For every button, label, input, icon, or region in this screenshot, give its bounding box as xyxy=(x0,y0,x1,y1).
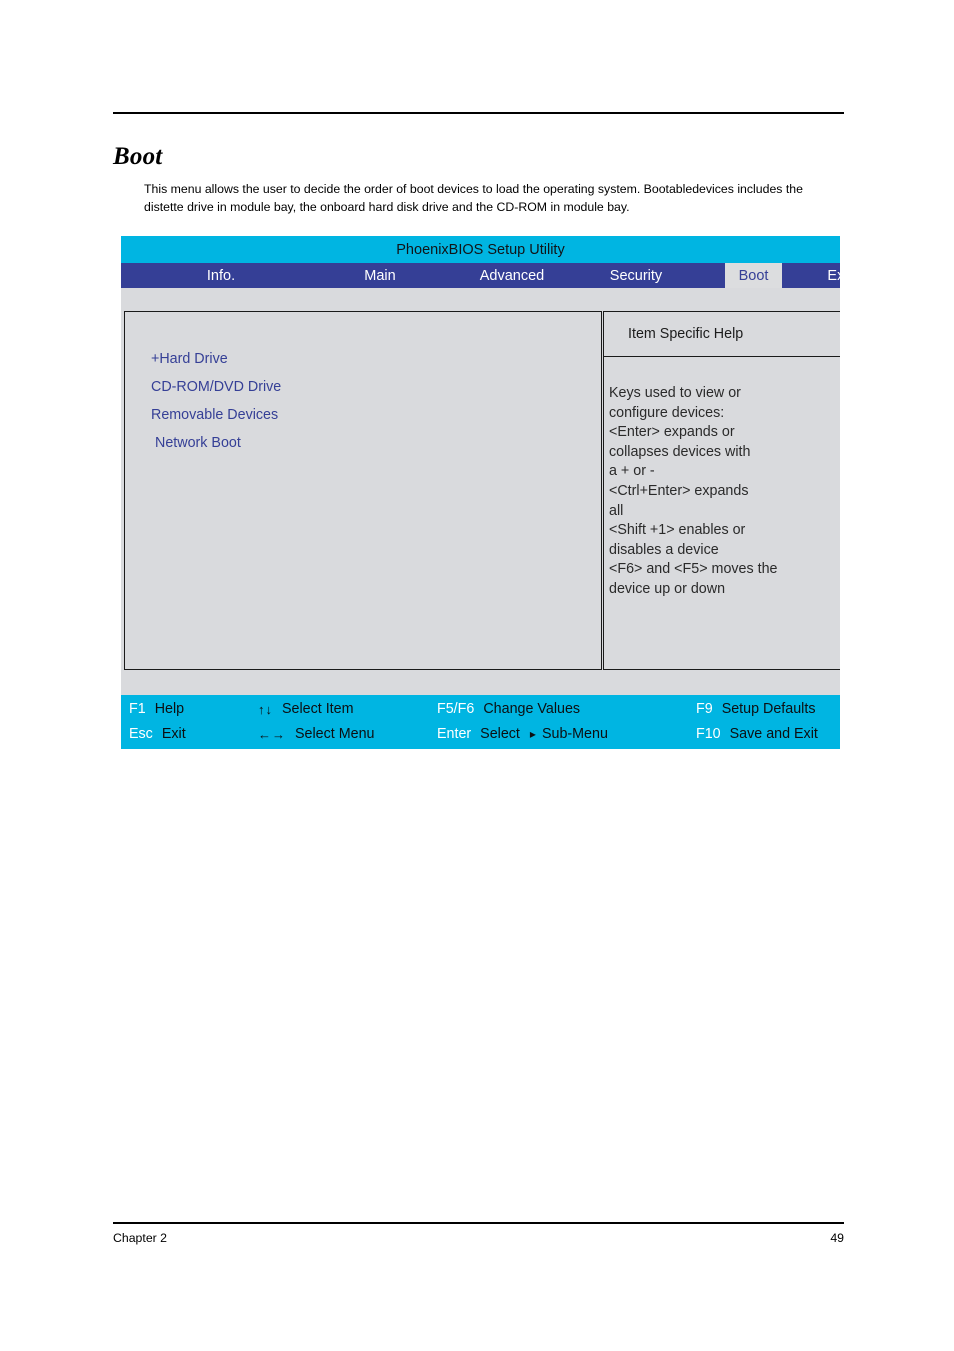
key-name: Esc xyxy=(129,726,153,742)
key-name: F1 xyxy=(129,701,146,717)
key-legend-row-2: Esc Exit ←→ Select Menu Enter Select ▸ S… xyxy=(121,721,840,747)
help-text-line: <Shift +1> enables or xyxy=(609,522,746,539)
key-description: Select Item xyxy=(282,701,354,717)
key-description: Change Values xyxy=(483,701,581,717)
help-text-line: all xyxy=(609,502,624,519)
header-rule xyxy=(113,112,844,114)
up-down-arrow-icon: ↑↓ xyxy=(258,701,273,717)
boot-item-hard-drive[interactable]: +Hard Drive xyxy=(151,345,551,373)
key-name: F5/F6 xyxy=(437,701,475,717)
bios-setup-screen: PhoenixBIOS Setup Utility Info. Main Adv… xyxy=(121,236,852,749)
key-legend-esc-exit[interactable]: Esc Exit xyxy=(129,721,186,747)
intro-paragraph: This menu allows the user to decide the … xyxy=(144,182,803,214)
tab-boot[interactable]: Boot xyxy=(725,263,782,288)
bios-title-bar: PhoenixBIOS Setup Utility xyxy=(121,236,840,263)
help-text-line: <Enter> expands or xyxy=(609,424,735,441)
boot-item-network-boot[interactable]: Network Boot xyxy=(151,429,551,457)
tab-advanced[interactable]: Advanced xyxy=(452,263,572,288)
help-text-line: configure devices: xyxy=(609,404,725,421)
tab-security[interactable]: Security xyxy=(581,263,691,288)
key-legend-leftright-select-menu[interactable]: ←→ Select Menu xyxy=(258,721,374,747)
boot-item-removable-devices[interactable]: Removable Devices xyxy=(151,401,551,429)
page-title: Boot xyxy=(113,142,163,170)
bios-menu-bar: Info. Main Advanced Security Boot Exit xyxy=(121,263,852,288)
key-legend-updown-select-item[interactable]: ↑↓ Select Item xyxy=(258,696,354,722)
bios-content-area: +Hard Drive CD-ROM/DVD Drive Removable D… xyxy=(121,288,840,695)
key-name: F9 xyxy=(696,701,713,717)
help-text-line: disables a device xyxy=(609,541,719,558)
help-text-line: <F6> and <F5> moves the xyxy=(609,561,778,578)
key-description: Setup Defaults xyxy=(721,701,816,717)
key-description: Select xyxy=(480,726,520,742)
footer-page-number: 49 xyxy=(830,1231,844,1245)
key-name: F10 xyxy=(696,726,721,742)
key-description-secondary: Sub-Menu xyxy=(541,726,608,742)
tab-info[interactable]: Info. xyxy=(165,263,277,288)
help-text-line: device up or down xyxy=(609,580,726,597)
key-legend-f1-help[interactable]: F1 Help xyxy=(129,696,184,722)
key-description: Help xyxy=(154,701,185,717)
key-legend-f5-f6-change-values[interactable]: F5/F6 Change Values xyxy=(437,696,580,722)
item-specific-help-panel: Item Specific Help Keys used to view or … xyxy=(603,311,840,670)
key-legend-f10-save-and-exit[interactable]: F10 Save and Exit xyxy=(696,721,818,747)
key-name: Enter xyxy=(437,726,472,742)
key-description: Exit xyxy=(161,726,186,742)
bios-title-text: PhoenixBIOS Setup Utility xyxy=(396,241,565,258)
key-description: Save and Exit xyxy=(729,726,818,742)
key-description: Select Menu xyxy=(295,726,375,742)
tab-main[interactable]: Main xyxy=(340,263,420,288)
help-text-line: a + or - xyxy=(609,463,655,480)
help-panel-body: Keys used to view or configure devices: … xyxy=(603,357,840,670)
document-page: Boot This menu allows the user to decide… xyxy=(0,0,954,1351)
help-text-line: <Ctrl+Enter> expands xyxy=(609,482,749,499)
help-panel-header: Item Specific Help xyxy=(603,311,840,357)
help-panel-title: Item Specific Help xyxy=(628,326,744,342)
boot-item-cdrom-dvd-drive[interactable]: CD-ROM/DVD Drive xyxy=(151,373,551,401)
tab-exit[interactable]: Exit xyxy=(782,263,897,288)
boot-device-list: +Hard Drive CD-ROM/DVD Drive Removable D… xyxy=(151,345,551,457)
footer-rule xyxy=(113,1222,844,1224)
help-text-line: Keys used to view or xyxy=(609,385,741,401)
left-right-arrow-icon: ←→ xyxy=(258,726,286,742)
key-legend-enter-select-submenu[interactable]: Enter Select ▸ Sub-Menu xyxy=(437,721,608,747)
key-legend-f9-setup-defaults[interactable]: F9 Setup Defaults xyxy=(696,696,815,722)
key-legend-row-1: F1 Help ↑↓ Select Item F5/F6 Change Valu… xyxy=(121,696,840,722)
footer-chapter-label: Chapter 2 xyxy=(113,1231,168,1245)
submenu-arrow-icon: ▸ xyxy=(529,727,536,741)
help-text-line: collapses devices with xyxy=(609,443,751,460)
bios-key-legend-bar: F1 Help ↑↓ Select Item F5/F6 Change Valu… xyxy=(121,695,840,749)
boot-order-panel: +Hard Drive CD-ROM/DVD Drive Removable D… xyxy=(124,311,602,670)
